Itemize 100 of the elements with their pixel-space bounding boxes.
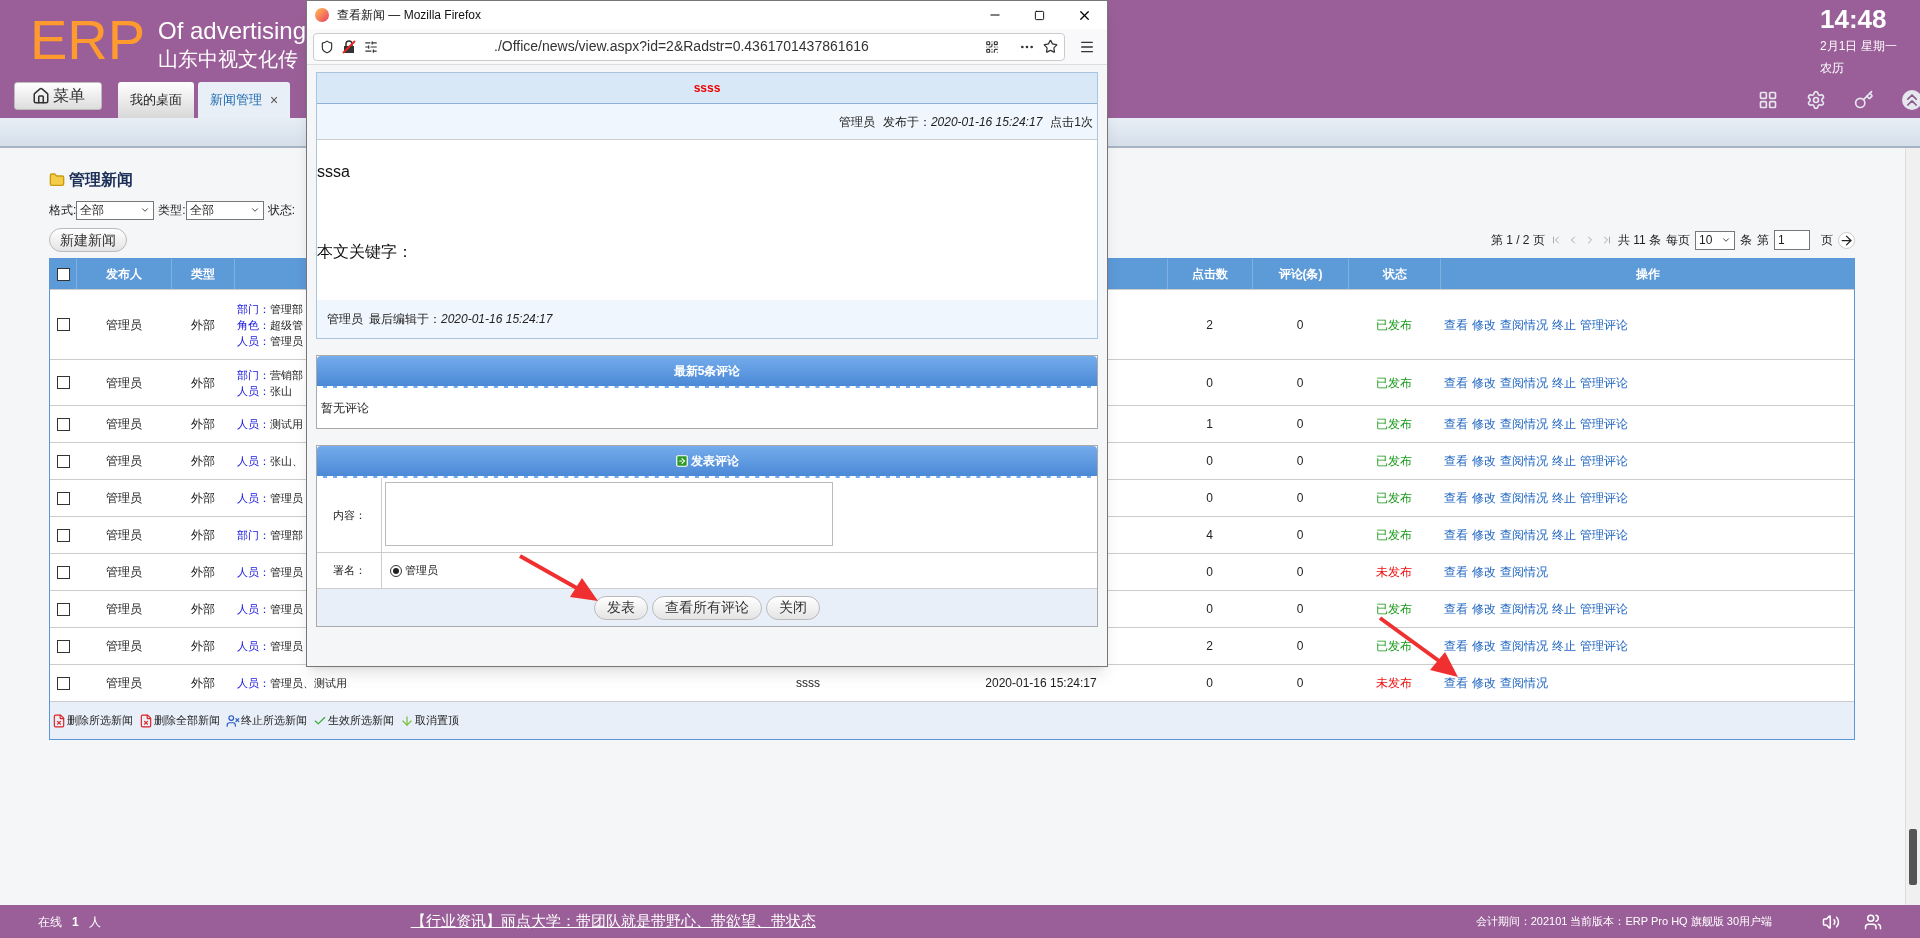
action-link[interactable]: 管理评论 [1580, 373, 1628, 392]
action-link[interactable]: 修改 [1472, 526, 1496, 544]
users-icon[interactable] [1864, 912, 1882, 931]
status-text: 未发布 [1376, 675, 1412, 692]
action-link[interactable]: 查阅情况 [1500, 674, 1548, 692]
checkbox[interactable] [56, 376, 70, 389]
add-widget-icon[interactable] [1758, 90, 1778, 110]
action-link[interactable]: 修改 [1472, 600, 1496, 618]
action-link[interactable]: 查阅情况 [1500, 315, 1548, 334]
form-button[interactable]: 发表 [594, 595, 648, 620]
signature-radio[interactable]: 管理员 [390, 553, 438, 588]
toolbar-button[interactable]: 生效所选新闻 [313, 712, 394, 729]
action-link[interactable]: 管理评论 [1580, 526, 1628, 544]
action-link[interactable]: 查看 [1444, 315, 1468, 334]
checkbox[interactable] [56, 491, 70, 505]
action-link[interactable]: 管理评论 [1580, 600, 1628, 618]
form-button[interactable]: 关闭 [766, 595, 820, 620]
action-link[interactable]: 终止 [1552, 373, 1576, 392]
radio-button[interactable] [390, 564, 402, 577]
action-link[interactable]: 终止 [1552, 600, 1576, 618]
action-link[interactable]: 终止 [1552, 526, 1576, 544]
close-tab-button[interactable]: × [270, 89, 279, 111]
action-link[interactable]: 修改 [1472, 315, 1496, 334]
dropdown-caret-icon[interactable] [140, 205, 151, 215]
address-bar[interactable]: ./Office/news/view.aspx?id=2&Radstr=0.4361701437861616 [313, 32, 1065, 61]
action-link[interactable]: 查阅情况 [1500, 489, 1548, 507]
collapse-icon[interactable] [1902, 90, 1920, 110]
action-link[interactable]: 终止 [1552, 415, 1576, 433]
action-link[interactable]: 查看 [1444, 526, 1468, 544]
checkbox[interactable] [56, 676, 70, 690]
checkbox[interactable] [56, 267, 70, 281]
form-button[interactable]: 查看所有评论 [652, 595, 762, 620]
action-link[interactable]: 修改 [1472, 452, 1496, 470]
action-link[interactable]: 管理评论 [1580, 637, 1628, 655]
page-number-field[interactable]: 1 [1774, 230, 1810, 250]
field-label: 署名： [332, 563, 366, 579]
action-link[interactable]: 终止 [1552, 637, 1576, 655]
action-link[interactable]: 管理评论 [1580, 452, 1628, 470]
action-link[interactable]: 管理评论 [1580, 415, 1628, 433]
settings-icon[interactable] [1806, 90, 1826, 110]
action-link[interactable]: 查看 [1444, 489, 1468, 507]
menu-button[interactable]: 菜单 [14, 82, 102, 110]
scrollbar[interactable] [1905, 148, 1920, 905]
action-link[interactable]: 查阅情况 [1500, 526, 1548, 544]
tab[interactable]: 我的桌面 [118, 82, 194, 118]
per-page-select[interactable]: 10 [1695, 230, 1735, 250]
action-link[interactable]: 终止 [1552, 452, 1576, 470]
speaker-icon[interactable] [1822, 912, 1840, 931]
checkbox[interactable] [56, 565, 70, 579]
action-link[interactable]: 修改 [1472, 563, 1496, 581]
toolbar-button[interactable]: 取消置顶 [400, 712, 459, 729]
action-link[interactable]: 终止 [1552, 489, 1576, 507]
star-icon[interactable] [1043, 39, 1058, 54]
action-link[interactable]: 查阅情况 [1500, 415, 1548, 433]
action-link[interactable]: 查阅情况 [1500, 452, 1548, 470]
news-ticker-link[interactable]: 【行业资讯】丽点大学：带团队就是带野心、带欲望、带状态 [410, 910, 816, 933]
toolbar-button[interactable]: 终止所选新闻 [226, 712, 307, 729]
action-link[interactable]: 修改 [1472, 674, 1496, 692]
checkbox[interactable] [56, 528, 70, 542]
tab[interactable]: 新闻管理 × [198, 82, 291, 118]
filter-select[interactable]: 全部 [185, 200, 264, 220]
checkbox[interactable] [56, 318, 70, 331]
action-link[interactable]: 查阅情况 [1500, 373, 1548, 392]
status-text: 已发布 [1376, 374, 1412, 392]
action-link[interactable]: 修改 [1472, 637, 1496, 655]
action-link[interactable]: 查阅情况 [1500, 563, 1548, 581]
filter-select[interactable]: 全部 [76, 200, 155, 220]
comment-input-field[interactable] [385, 482, 833, 546]
action-link[interactable]: 管理评论 [1580, 489, 1628, 507]
action-link[interactable]: 查阅情况 [1500, 600, 1548, 618]
goto-label: 第 [1757, 232, 1769, 249]
dropdown-caret-icon[interactable] [249, 205, 260, 215]
checkbox[interactable] [56, 454, 70, 468]
new-news-button[interactable]: 新建新闻 [49, 228, 127, 252]
checkbox[interactable] [56, 602, 70, 616]
action-link[interactable]: 查看 [1444, 563, 1468, 581]
action-link[interactable]: 修改 [1472, 373, 1496, 392]
checkbox[interactable] [56, 417, 70, 431]
toolbar-button[interactable]: 删除所选新闻 [52, 712, 133, 729]
folder-icon [49, 172, 65, 188]
checkbox[interactable] [56, 639, 70, 653]
qr-code-icon[interactable] [985, 39, 999, 54]
action-link[interactable]: 终止 [1552, 315, 1576, 334]
action-link[interactable]: 查看 [1444, 373, 1468, 392]
action-link[interactable]: 修改 [1472, 489, 1496, 507]
slashed-lock-icon[interactable] [342, 39, 356, 54]
toolbar-button[interactable]: 删除全部新闻 [139, 712, 220, 729]
action-link[interactable]: 查阅情况 [1500, 637, 1548, 655]
action-link[interactable]: 查看 [1444, 674, 1468, 692]
action-link[interactable]: 修改 [1472, 415, 1496, 433]
shield-icon[interactable] [320, 39, 334, 54]
action-link[interactable]: 查看 [1444, 452, 1468, 470]
action-link[interactable]: 管理评论 [1580, 315, 1628, 334]
maximize-icon[interactable] [1034, 9, 1045, 21]
action-link[interactable]: 查看 [1444, 415, 1468, 433]
action-link[interactable]: 查看 [1444, 637, 1468, 655]
key-icon[interactable] [1854, 90, 1874, 110]
permissions-icon[interactable] [364, 39, 378, 54]
action-link[interactable]: 查看 [1444, 600, 1468, 618]
dropdown-caret-icon[interactable] [1721, 235, 1731, 245]
